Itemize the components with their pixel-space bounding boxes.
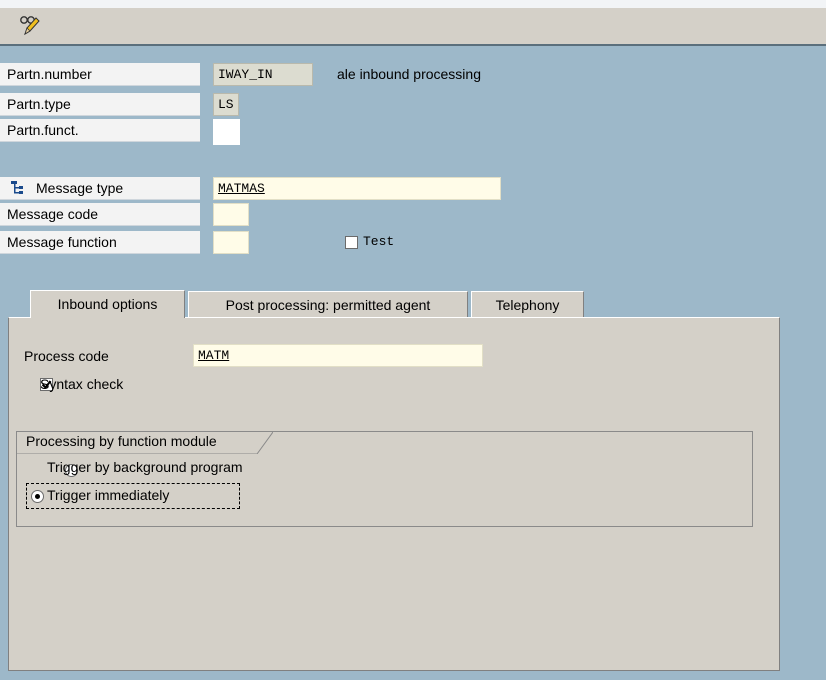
tab-label: Inbound options — [57, 296, 158, 312]
trigger-immediately-focus[interactable]: Trigger immediately — [26, 483, 240, 509]
display-change-button[interactable] — [14, 12, 44, 40]
trigger-immediately-label: Trigger immediately — [47, 487, 170, 503]
tab-post-processing[interactable]: Post processing: permitted agent — [188, 291, 468, 317]
partner-function-label: Partn.funct. — [0, 119, 200, 142]
message-code-input[interactable] — [213, 203, 249, 226]
tab-label: Post processing: permitted agent — [225, 297, 431, 313]
application-toolbar — [0, 8, 826, 46]
process-code-label: Process code — [24, 348, 109, 364]
tab-telephony[interactable]: Telephony — [471, 291, 584, 317]
message-function-input[interactable] — [213, 231, 249, 254]
partner-number-label: Partn.number — [0, 63, 200, 86]
test-label: Test — [363, 234, 395, 249]
group-title: Processing by function module — [26, 433, 217, 449]
top-strip — [0, 0, 826, 8]
partner-number-description: ale inbound processing — [337, 66, 481, 82]
partner-type-label: Partn.type — [0, 93, 200, 116]
message-code-label: Message code — [0, 203, 200, 226]
group-title-tab: Processing by function module — [17, 432, 273, 454]
message-function-label: Message function — [0, 231, 200, 254]
process-code-input[interactable]: MATM — [193, 344, 483, 367]
trigger-immediately-radio[interactable] — [31, 490, 44, 503]
syntax-check-label: Syntax check — [40, 376, 124, 392]
hierarchy-icon — [10, 180, 24, 199]
test-checkbox[interactable] — [345, 236, 358, 249]
trigger-background-label: Trigger by background program — [47, 459, 243, 475]
message-type-label: Message type — [0, 177, 200, 200]
display-change-icon — [18, 14, 40, 39]
tab-label: Telephony — [495, 297, 560, 313]
message-type-input[interactable]: MATMAS — [213, 177, 501, 200]
partner-number-field[interactable]: IWAY_IN — [213, 63, 313, 86]
tab-inbound-options[interactable]: Inbound options — [30, 290, 185, 318]
partner-function-field[interactable] — [213, 119, 240, 145]
partner-type-field[interactable]: LS — [213, 93, 239, 116]
